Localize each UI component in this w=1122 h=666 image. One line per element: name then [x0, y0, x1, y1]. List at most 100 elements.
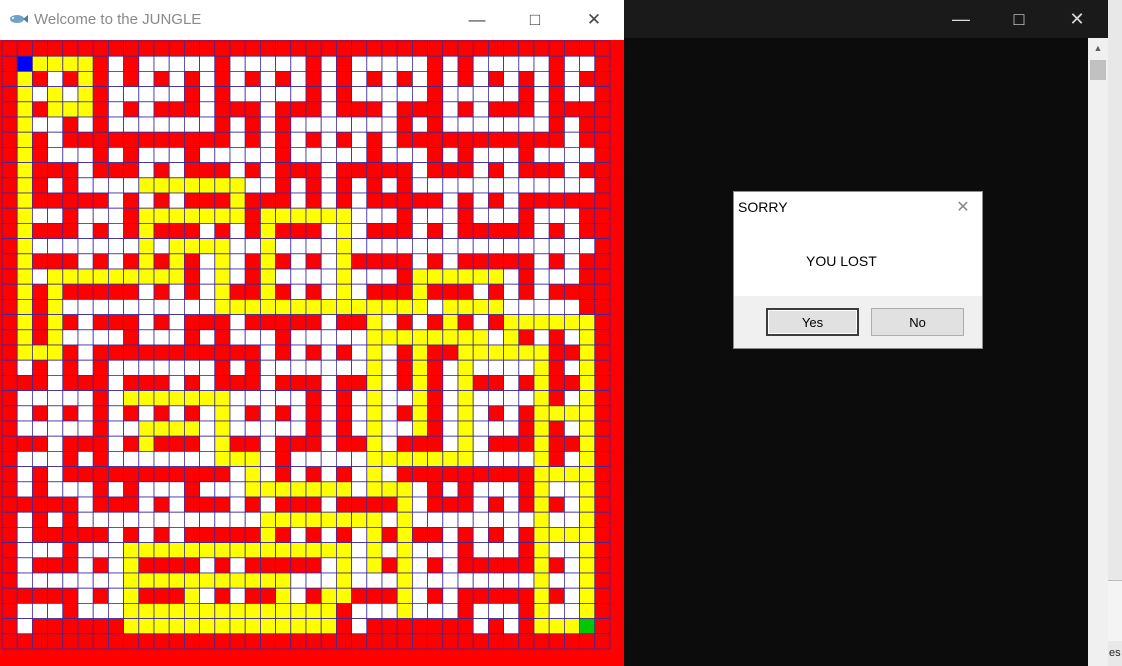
maze-open-cell [153, 238, 170, 255]
maze-wall-cell [1, 329, 18, 346]
maze-path-cell [579, 542, 596, 559]
close-icon[interactable]: ✕ [565, 0, 623, 40]
maze-wall-cell [153, 283, 170, 300]
maze-wall-cell [123, 147, 140, 164]
maze-open-cell [47, 435, 64, 452]
maze-open-cell [229, 359, 246, 376]
maze-wall-cell [92, 101, 109, 118]
maze-wall-cell [214, 633, 231, 650]
maze-path-cell [275, 618, 292, 635]
scroll-up-icon[interactable]: ▲ [1088, 38, 1108, 58]
maze-wall-cell [305, 86, 322, 103]
maze-open-cell [32, 542, 49, 559]
maze-path-cell [199, 603, 216, 620]
maze-open-cell [290, 238, 307, 255]
maze-wall-cell [275, 557, 292, 574]
maze-path-cell [275, 207, 292, 224]
maze-path-cell [138, 238, 155, 255]
maze-wall-cell [487, 40, 504, 57]
maze-open-cell [548, 481, 565, 498]
maze-open-cell [259, 177, 276, 194]
close-icon[interactable]: ✕ [952, 196, 974, 218]
maze-wall-cell [396, 70, 413, 87]
minimize-icon[interactable]: — [448, 0, 506, 40]
background-window-text: es [1109, 647, 1121, 659]
maze-open-cell [62, 86, 79, 103]
maze-path-cell [366, 450, 383, 467]
maze-wall-cell [123, 496, 140, 513]
maze-wall-cell [411, 40, 428, 57]
maze-path-cell [579, 557, 596, 574]
maze-wall-cell [594, 390, 611, 407]
maze-wall-cell [579, 70, 596, 87]
maze-open-cell [427, 207, 444, 224]
background-scrollbar[interactable] [1108, 580, 1122, 641]
maze-open-cell [229, 268, 246, 285]
maze-open-cell [351, 207, 368, 224]
maze-path-cell [199, 542, 216, 559]
maze-wall-cell [244, 557, 261, 574]
maze-wall-cell [548, 420, 565, 437]
maze-wall-cell [1, 40, 18, 57]
maze-wall-cell [335, 435, 352, 452]
maze-path-cell [259, 207, 276, 224]
maze-open-cell [366, 207, 383, 224]
maze-open-cell [290, 572, 307, 589]
minimize-icon[interactable]: — [933, 0, 989, 38]
maze-open-cell [47, 131, 64, 148]
maze-wall-cell [1, 450, 18, 467]
maze-path-cell [259, 542, 276, 559]
maze-wall-cell [411, 131, 428, 148]
maze-path-cell [335, 283, 352, 300]
maze-wall-cell [305, 344, 322, 361]
maze-title-bar[interactable]: Welcome to the JUNGLE — □ ✕ [0, 0, 624, 40]
maze-wall-cell [153, 633, 170, 650]
maze-path-cell [366, 435, 383, 452]
maze-wall-cell [335, 314, 352, 331]
maze-wall-cell [1, 222, 18, 239]
maze-open-cell [92, 542, 109, 559]
maze-wall-cell [214, 496, 231, 513]
scroll-thumb[interactable] [1090, 60, 1106, 80]
maximize-icon[interactable]: □ [506, 0, 564, 40]
maze-wall-cell [594, 542, 611, 559]
maze-wall-cell [518, 542, 535, 559]
maze-path-cell [457, 359, 474, 376]
maze-path-cell [275, 481, 292, 498]
console-scrollbar[interactable]: ▲ [1088, 38, 1108, 666]
maze-open-cell [229, 329, 246, 346]
maze-path-cell [472, 298, 489, 315]
maze-open-cell [229, 222, 246, 239]
maze-wall-cell [335, 603, 352, 620]
maze-open-cell [351, 359, 368, 376]
maze-open-cell [92, 177, 109, 194]
maximize-icon[interactable]: □ [991, 0, 1047, 38]
maze-open-cell [564, 511, 581, 528]
maze-wall-cell [153, 131, 170, 148]
maze-open-cell [214, 511, 231, 528]
maze-path-cell [487, 344, 504, 361]
maze-wall-cell [335, 86, 352, 103]
maze-wall-cell [108, 618, 125, 635]
maze-wall-cell [244, 314, 261, 331]
maze-open-cell [108, 222, 125, 239]
maze-open-cell [259, 405, 276, 422]
maze-open-cell [244, 238, 261, 255]
maze-open-cell [123, 420, 140, 437]
maze-open-cell [503, 405, 520, 422]
maze-open-cell [290, 450, 307, 467]
no-button[interactable]: No [871, 308, 964, 336]
maze-wall-cell [62, 496, 79, 513]
maze-path-cell [259, 572, 276, 589]
maze-path-cell [548, 405, 565, 422]
maze-wall-cell [518, 466, 535, 483]
yes-button[interactable]: Yes [766, 308, 859, 336]
maze-wall-cell [108, 633, 125, 650]
console-title-bar[interactable]: — □ ✕ [620, 0, 1108, 38]
maze-wall-cell [62, 283, 79, 300]
maze-open-cell [351, 147, 368, 164]
maze-wall-cell [62, 131, 79, 148]
close-icon[interactable]: ✕ [1049, 0, 1105, 38]
maze-path-cell [442, 329, 459, 346]
maze-wall-cell [594, 253, 611, 270]
